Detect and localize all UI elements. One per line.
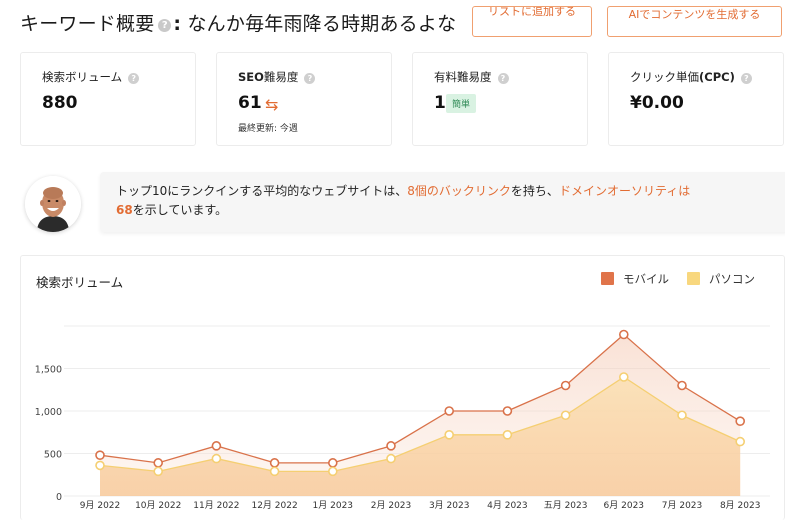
data-point-desktop [95,460,105,471]
title-colon: : [173,13,182,35]
insight-text: トップ10にランクインする平均的なウェブサイトは、8個のバックリンクを持ち、ドメ… [116,184,691,217]
metric-label: 検索ボリューム? [42,69,140,85]
metric-value: 1 [434,93,446,113]
help-icon[interactable]: ? [304,73,316,84]
x-tick-label: 10月 2022 [135,500,181,511]
data-point-mobile [502,406,513,416]
y-tick-label: 500 [44,450,62,461]
avatar [25,176,81,232]
metric-value: 61 [238,93,262,113]
data-point-mobile [153,458,163,468]
data-point-mobile [560,380,571,391]
data-point-desktop [327,466,338,477]
x-tick-label: 五月 2023 [544,500,588,511]
x-tick-label: 11月 2022 [193,500,239,511]
domain-authority-value: 68 [116,203,133,217]
help-icon[interactable]: ? [158,19,172,32]
help-icon[interactable]: ? [740,73,752,84]
x-tick-label: 3月 2023 [429,500,470,511]
data-point-mobile [444,406,455,416]
help-icon[interactable]: ? [497,73,509,84]
title-prefix: キーワード概要 [20,13,155,35]
metric-value: 880 [42,93,78,113]
y-tick-label: 1,500 [35,365,62,376]
data-point-mobile [327,458,338,468]
y-tick-label: 1,000 [35,407,62,418]
person-avatar-icon [25,176,81,232]
metric-cards: 検索ボリューム? 880 SEO難易度? 61 ⇆ 最終更新: 今週 有料難易度… [20,52,785,146]
insight-bubble: トップ10にランクインする平均的なウェブサイトは、8個のバックリンクを持ち、ドメ… [100,172,785,232]
data-point-desktop [211,453,222,464]
x-tick-label: 12月 2022 [251,500,297,511]
data-point-desktop [560,410,571,421]
keyword-text: なんか毎年雨降る時期あるよな [187,13,457,35]
data-point-mobile [386,441,396,451]
domain-authority-link[interactable]: ドメインオーソリティは [559,184,690,198]
data-point-desktop [444,429,455,440]
ai-content-label: AIでコンテンツを生成する [628,8,761,21]
metric-value: ¥0.00 [630,93,684,113]
data-point-desktop [677,410,687,421]
generate-ai-content-button[interactable]: AIでコンテンツを生成する [607,6,782,37]
data-point-mobile [211,441,222,451]
data-point-mobile [618,329,629,340]
data-point-mobile [677,380,687,391]
seo-difficulty-card: SEO難易度? 61 ⇆ 最終更新: 今週 [216,52,392,146]
x-tick-label: 9月 2022 [80,500,121,511]
paid-difficulty-card: 有料難易度? 1 簡単 [412,52,588,146]
search-volume-card: 検索ボリューム? 880 [20,52,196,146]
data-point-desktop [269,466,280,477]
add-to-list-button[interactable]: リストに追加する [472,6,592,37]
page-header: キーワード概要?: なんか毎年雨降る時期あるよな リストに追加する AIでコンテ… [0,0,785,44]
metric-label: クリック単価(CPC)? [630,69,752,85]
difficulty-badge: 簡単 [446,94,477,113]
data-point-mobile [95,450,105,461]
metric-label: 有料難易度? [434,69,509,85]
data-point-desktop [386,453,396,464]
data-point-desktop [735,436,746,447]
x-tick-label: 7月 2023 [662,500,703,511]
last-updated: 最終更新: 今週 [238,124,298,134]
x-tick-label: 1月 2023 [313,500,354,511]
x-tick-label: 4月 2023 [487,500,528,511]
cpc-card: クリック単価(CPC)? ¥0.00 [608,52,784,146]
line-chart: 0 500 1,000 1,500 9月 2022 10月 2022 11月 2022 12月… [35,325,770,511]
help-icon[interactable]: ? [128,73,140,84]
data-point-desktop [502,429,513,440]
data-point-mobile [735,416,746,427]
x-tick-label: 6月 2023 [604,500,645,511]
x-tick-label: 2月 2023 [371,500,412,511]
data-point-desktop [153,466,163,477]
page-title: キーワード概要?: なんか毎年雨降る時期あるよな [20,9,456,36]
metric-label: SEO難易度? [238,69,316,85]
add-to-list-label: リストに追加する [488,6,576,18]
refresh-icon[interactable]: ⇆ [265,95,278,114]
insight-banner: トップ10にランクインする平均的なウェブサイトは、8個のバックリンクを持ち、ドメ… [20,170,785,242]
data-point-mobile [269,458,280,468]
y-tick-label: 0 [56,492,62,503]
x-tick-label: 8月 2023 [720,500,761,511]
backlinks-link[interactable]: 8個のバックリンク [407,184,511,198]
data-point-desktop [618,372,629,382]
